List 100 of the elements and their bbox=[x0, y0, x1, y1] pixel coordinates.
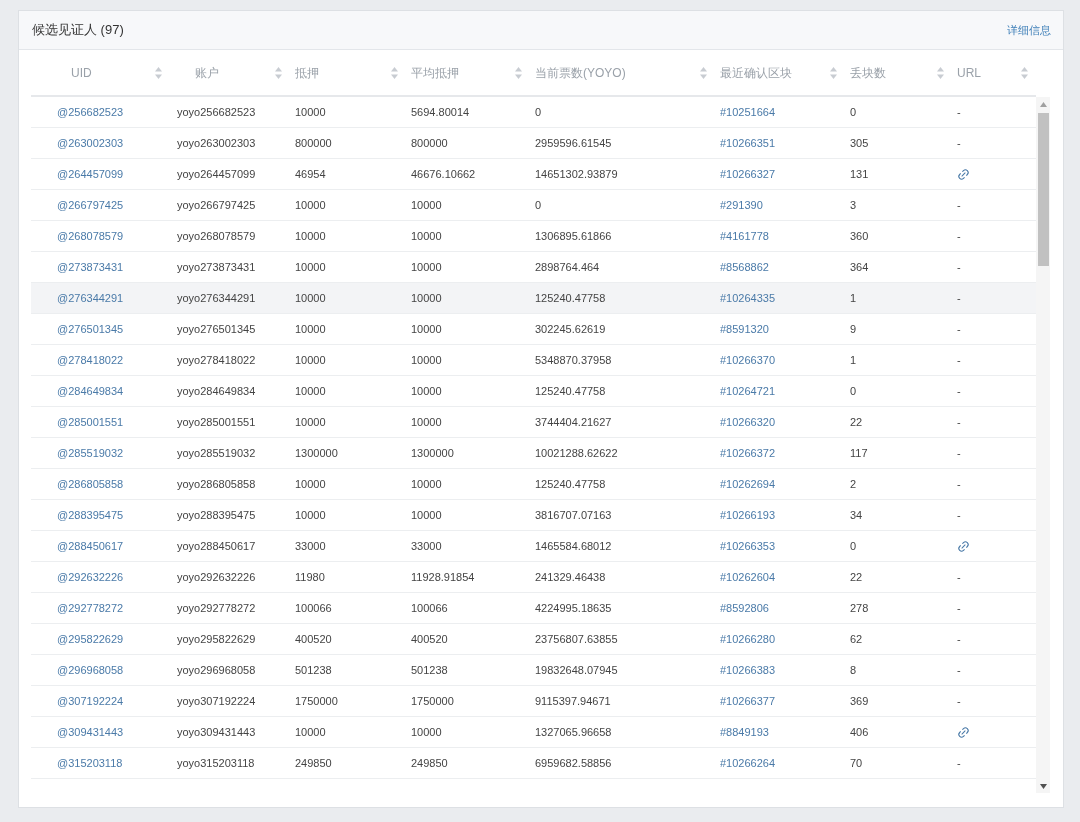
uid-link[interactable]: @285001551 bbox=[57, 413, 124, 431]
column-header[interactable]: URL bbox=[952, 50, 1036, 95]
sort-icon[interactable] bbox=[275, 66, 282, 79]
sort-icon[interactable] bbox=[515, 66, 522, 79]
sort-icon[interactable] bbox=[391, 66, 398, 79]
uid-link[interactable]: @276501345 bbox=[57, 320, 124, 338]
uid-link[interactable]: @295822629 bbox=[57, 630, 124, 648]
block-link[interactable]: #10264335 bbox=[720, 289, 776, 307]
column-header[interactable]: 抵押 bbox=[290, 50, 406, 95]
uid-link[interactable]: @292778272 bbox=[57, 599, 124, 617]
table-cell-text: 1750000 bbox=[411, 693, 454, 709]
block-link[interactable]: #10262694 bbox=[720, 475, 776, 493]
block-link[interactable]: #10266383 bbox=[720, 661, 776, 679]
table-cell-text: 11980 bbox=[295, 569, 325, 585]
table-cell-text: yoyo309431443 bbox=[177, 724, 256, 740]
sort-icon[interactable] bbox=[700, 66, 707, 79]
uid-link[interactable]: @256682523 bbox=[57, 103, 124, 121]
uid-link[interactable]: @278418022 bbox=[57, 351, 124, 369]
uid-link[interactable]: @309431443 bbox=[57, 723, 124, 741]
table-cell-text: 10000 bbox=[411, 259, 442, 275]
uid-link[interactable]: @288450617 bbox=[57, 537, 124, 555]
table-cell-text: - bbox=[957, 662, 961, 678]
table-cell-text: yoyo284649834 bbox=[177, 383, 256, 399]
sort-icon[interactable] bbox=[1021, 66, 1028, 79]
block-link[interactable]: #10266280 bbox=[720, 630, 776, 648]
table-cell-text: 6959682.58856 bbox=[535, 755, 612, 771]
block-link[interactable]: #10266377 bbox=[720, 692, 776, 710]
table-cell-text: 400520 bbox=[295, 631, 332, 647]
table-cell-text: 1465584.68012 bbox=[535, 538, 612, 554]
sort-icon[interactable] bbox=[937, 66, 944, 79]
block-link[interactable]: #10266351 bbox=[720, 134, 776, 152]
table-cell-text: 10000 bbox=[295, 507, 326, 523]
table-cell-text: 1300000 bbox=[295, 445, 338, 461]
table-cell-text: 10000 bbox=[295, 290, 326, 306]
block-link[interactable]: #10264721 bbox=[720, 382, 776, 400]
table-cell-text: - bbox=[957, 755, 961, 771]
block-link[interactable]: #8592806 bbox=[720, 599, 769, 617]
table-cell-text: 302245.62619 bbox=[535, 321, 606, 337]
block-link[interactable]: #10266372 bbox=[720, 444, 776, 462]
table-cell-text: - bbox=[957, 693, 961, 709]
column-header[interactable]: 最近确认区块 bbox=[715, 50, 845, 95]
table-cell-text: 9 bbox=[850, 321, 857, 337]
table-cell-text: yoyo315203118 bbox=[177, 755, 255, 771]
uid-link[interactable]: @266797425 bbox=[57, 196, 124, 214]
table-cell-text: yoyo268078579 bbox=[177, 228, 256, 244]
uid-link[interactable]: @263002303 bbox=[57, 134, 124, 152]
block-link[interactable]: #10262604 bbox=[720, 568, 776, 586]
uid-link[interactable]: @307192224 bbox=[57, 692, 124, 710]
uid-link[interactable]: @315203118 bbox=[57, 754, 123, 772]
table-cell-text: 501238 bbox=[295, 662, 332, 678]
table-cell-text: 34 bbox=[850, 507, 863, 523]
block-link[interactable]: #10266353 bbox=[720, 537, 776, 555]
scrollbar[interactable] bbox=[1036, 97, 1050, 793]
uid-link[interactable]: @292632226 bbox=[57, 568, 124, 586]
table-cell-text: 33000 bbox=[295, 538, 326, 554]
uid-link[interactable]: @285519032 bbox=[57, 444, 124, 462]
block-link[interactable]: #8591320 bbox=[720, 320, 769, 338]
block-link[interactable]: #8568862 bbox=[720, 258, 769, 276]
uid-link[interactable]: @268078579 bbox=[57, 227, 124, 245]
column-header[interactable]: 平均抵押 bbox=[406, 50, 530, 95]
uid-link[interactable]: @296968058 bbox=[57, 661, 124, 679]
block-link[interactable]: #10266320 bbox=[720, 413, 776, 431]
table-cell-text: 305 bbox=[850, 135, 869, 151]
table-cell-text: 2959596.61545 bbox=[535, 135, 612, 151]
scroll-up-icon[interactable] bbox=[1039, 102, 1047, 107]
table-cell-text: 3744404.21627 bbox=[535, 414, 612, 430]
uid-link[interactable]: @286805858 bbox=[57, 475, 124, 493]
block-link[interactable]: #10266327 bbox=[720, 165, 776, 183]
block-link[interactable]: #10266370 bbox=[720, 351, 776, 369]
block-link[interactable]: #10266193 bbox=[720, 506, 776, 524]
table-cell-text: yoyo307192224 bbox=[177, 693, 256, 709]
block-link[interactable]: #10251664 bbox=[720, 103, 776, 121]
uid-link[interactable]: @264457099 bbox=[57, 165, 124, 183]
uid-link[interactable]: @273873431 bbox=[57, 258, 124, 276]
scrollbar-thumb[interactable] bbox=[1037, 113, 1049, 266]
table-cell-text: 1 bbox=[850, 290, 857, 306]
sort-icon[interactable] bbox=[155, 66, 162, 79]
scroll-down-icon[interactable] bbox=[1039, 784, 1047, 789]
column-header[interactable]: 账户 bbox=[170, 50, 290, 95]
table-cell-text: - bbox=[957, 414, 961, 430]
block-link[interactable]: #4161778 bbox=[720, 227, 769, 245]
table-cell-text: 19832648.07945 bbox=[535, 662, 618, 678]
panel-title: 候选见证人 (97) bbox=[32, 21, 124, 40]
column-header[interactable]: UID bbox=[31, 50, 170, 95]
sort-icon[interactable] bbox=[830, 66, 837, 79]
uid-link[interactable]: @288395475 bbox=[57, 506, 124, 524]
table-cell-text: 62 bbox=[850, 631, 863, 647]
block-link[interactable]: #8849193 bbox=[720, 723, 769, 741]
table-cell-text: 2 bbox=[850, 476, 857, 492]
table-cell-text: - bbox=[957, 352, 961, 368]
block-link[interactable]: #10266264 bbox=[720, 754, 776, 772]
uid-link[interactable]: @284649834 bbox=[57, 382, 124, 400]
details-link[interactable]: 详细信息 bbox=[1007, 21, 1051, 39]
block-link[interactable]: #291390 bbox=[720, 196, 763, 214]
table-cell-text: 1300000 bbox=[411, 445, 454, 461]
column-header[interactable]: 当前票数(YOYO) bbox=[530, 50, 715, 95]
column-header[interactable]: 丢块数 bbox=[845, 50, 952, 95]
table-cell-text: yoyo273873431 bbox=[177, 259, 256, 275]
table-cell-text: yoyo276344291 bbox=[177, 290, 256, 306]
uid-link[interactable]: @276344291 bbox=[57, 289, 124, 307]
